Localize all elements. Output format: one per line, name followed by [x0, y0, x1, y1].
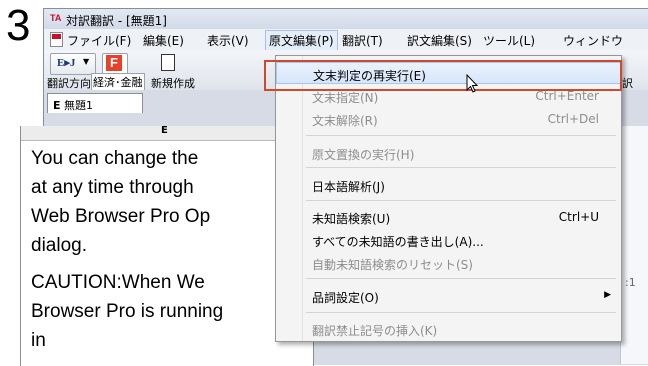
highlight-box: [264, 60, 622, 91]
line-marker: :1: [625, 276, 636, 289]
source-text-panel[interactable]: E You can change the at any time through…: [20, 125, 314, 366]
field-icon: F: [106, 55, 122, 71]
menu-separator: [306, 312, 616, 313]
document-icon[interactable]: [50, 32, 63, 47]
panel-header: E: [21, 125, 313, 141]
menu-window[interactable]: ウィンドウ: [563, 32, 623, 49]
menu-separator: [306, 167, 616, 168]
target-text-panel[interactable]: :1: [620, 126, 648, 364]
menu-tools[interactable]: ツール(L): [483, 32, 535, 49]
menu-edit[interactable]: 編集(E): [143, 32, 184, 49]
mouse-cursor-icon: [466, 74, 479, 93]
field-button[interactable]: F: [102, 53, 128, 75]
app-logo-icon: TA: [50, 13, 62, 23]
step-number: 3: [6, 1, 31, 50]
translate-label: 訳: [622, 77, 633, 90]
new-document-label: 新規作成: [151, 77, 195, 90]
source-text: You can change the at any time through W…: [31, 144, 231, 355]
chevron-down-icon: ▼: [83, 57, 90, 66]
translation-direction-button[interactable]: E▸J ▼: [50, 53, 96, 75]
menu-item-reset-auto-search[interactable]: 自動未知語検索のリセット(S): [276, 252, 621, 274]
menu-translate[interactable]: 翻訳(T): [342, 32, 383, 49]
source-edit-dropdown-menu: 文末判定の再実行(E) 文末指定(N) Ctrl+Enter 文末解除(R) C…: [275, 55, 622, 342]
menu-item-run-replace[interactable]: 原文置換の実行(H): [276, 142, 621, 164]
menu-separator: [306, 278, 616, 279]
submenu-arrow-icon: ▶: [604, 290, 611, 300]
menu-item-export-unknown-words[interactable]: すべての未知語の書き出し(A)...: [276, 229, 621, 251]
menu-item-japanese-analysis[interactable]: 日本語解析(J): [276, 174, 621, 196]
menu-bar: ファイル(F) 編集(E) 表示(V) 原文編集(P) 翻訳(T) 訳文編集(S…: [44, 29, 648, 51]
menu-separator: [306, 135, 616, 136]
text-line: CAUTION:When We: [31, 272, 205, 293]
menu-separator: [306, 200, 616, 201]
menu-item-clear-sentence-end[interactable]: 文末解除(R) Ctrl+Del: [276, 108, 621, 130]
menu-target-edit[interactable]: 訳文編集(S): [407, 32, 472, 49]
field-label: 経済･金融: [91, 73, 145, 91]
menu-view[interactable]: 表示(V): [207, 32, 249, 49]
text-line: at any time through: [31, 177, 194, 198]
menu-item-part-of-speech[interactable]: 品詞設定(O) ▶: [276, 285, 621, 307]
menu-item-insert-no-translate[interactable]: 翻訳禁止記号の挿入(K): [276, 318, 621, 340]
menu-source-edit[interactable]: 原文編集(P): [265, 30, 338, 51]
title-bar: TA 対訳翻訳 - [無題1]: [44, 9, 648, 29]
text-line: Browser Pro is running in: [31, 301, 224, 351]
new-document-icon[interactable]: [161, 54, 175, 71]
window-title: 対訳翻訳 - [無題1]: [66, 14, 167, 28]
tab-label: E 無題1: [53, 99, 94, 112]
tab-untitled-1[interactable]: E 無題1: [47, 93, 143, 113]
text-line: Web Browser Pro Op: [31, 206, 211, 227]
text-line: dialog.: [31, 235, 87, 256]
translation-direction-label: 翻訳方向: [47, 77, 91, 90]
text-line: You can change the: [31, 148, 199, 169]
menu-file[interactable]: ファイル(F): [67, 32, 131, 49]
direction-icon: E▸J: [57, 57, 76, 69]
menu-item-unknown-word-search[interactable]: 未知語検索(U) Ctrl+U: [276, 206, 621, 228]
